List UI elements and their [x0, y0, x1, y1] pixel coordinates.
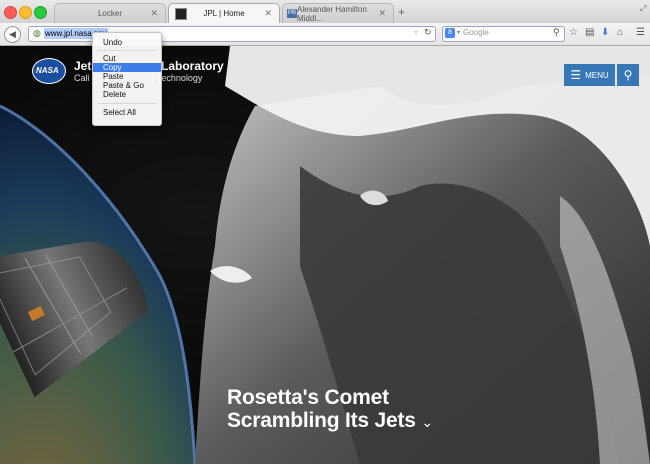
search-bar[interactable]: [442, 26, 565, 42]
dropdown-icon[interactable]: ▿: [414, 28, 418, 37]
site-menu-button[interactable]: ☰ MENU: [564, 64, 615, 86]
favicon-icon: PB: [287, 9, 297, 18]
tab-close-icon[interactable]: ✕: [264, 8, 272, 19]
nasa-logo-icon[interactable]: NASA: [32, 58, 66, 84]
bookmarks-list-icon[interactable]: ▤: [585, 27, 594, 38]
site-subtitle-head[interactable]: Cali: [74, 73, 90, 83]
tab-locker[interactable]: Locker ✕: [54, 3, 166, 23]
tab-alexander-hamilton[interactable]: PB Alexander Hamilton Middl... ✕: [282, 3, 394, 23]
site-identity-icon[interactable]: ◍: [33, 28, 41, 39]
downloads-icon[interactable]: ⬇: [601, 27, 609, 38]
site-title-tail[interactable]: Laboratory: [161, 59, 224, 73]
hamburger-icon: ☰: [570, 68, 582, 82]
bookmark-star-icon[interactable]: ☆: [569, 27, 578, 38]
site-title-fragment[interactable]: Jet: [74, 59, 91, 73]
new-tab-button[interactable]: +: [398, 5, 405, 19]
search-icon[interactable]: ⚲: [553, 27, 560, 38]
site-search-button[interactable]: ⚲: [617, 64, 639, 86]
favicon-icon: [175, 8, 187, 20]
tab-label: JPL | Home: [203, 9, 245, 18]
home-icon[interactable]: ⌂: [617, 27, 623, 38]
context-menu: Undo Cut Copy Paste Paste & Go Delete Se…: [92, 32, 162, 126]
back-button[interactable]: ◀: [4, 26, 21, 43]
search-engine-dropdown-icon[interactable]: ▾: [457, 29, 460, 36]
menu-icon[interactable]: ☰: [636, 27, 645, 38]
context-menu-paste-and-go[interactable]: Paste & Go: [93, 81, 161, 90]
context-menu-select-all[interactable]: Select All: [93, 108, 161, 117]
hero-headline[interactable]: Rosetta's Comet Scrambling Its Jets ⌄: [227, 386, 433, 434]
headline-line-1: Rosetta's Comet: [227, 386, 389, 409]
window-close-button[interactable]: [4, 6, 17, 19]
headline-line-2: Scrambling Its Jets: [227, 409, 416, 432]
context-menu-separator: [97, 50, 157, 51]
context-menu-cut[interactable]: Cut: [93, 54, 161, 63]
search-placeholder: Google: [463, 28, 489, 37]
context-menu-delete[interactable]: Delete: [93, 90, 161, 99]
reload-icon[interactable]: ↻: [424, 27, 432, 38]
context-menu-undo[interactable]: Undo: [93, 38, 161, 47]
tab-close-icon[interactable]: ✕: [378, 8, 386, 19]
chevron-down-icon[interactable]: ⌄: [421, 414, 433, 430]
tab-label: Locker: [97, 9, 122, 18]
window-zoom-button[interactable]: [34, 6, 47, 19]
context-menu-copy[interactable]: Copy: [93, 63, 161, 72]
context-menu-separator: [97, 103, 157, 104]
context-menu-paste[interactable]: Paste: [93, 72, 161, 81]
tab-close-icon[interactable]: ✕: [150, 8, 158, 19]
search-icon: ⚲: [623, 68, 633, 82]
fullscreen-icon[interactable]: ⤢: [640, 4, 646, 14]
site-menu-label: MENU: [585, 70, 609, 80]
google-icon[interactable]: 8: [445, 28, 455, 38]
window-minimize-button[interactable]: [19, 6, 32, 19]
nasa-logo-text: NASA: [36, 66, 59, 75]
tab-jpl-home[interactable]: JPL | Home ✕: [168, 3, 280, 23]
